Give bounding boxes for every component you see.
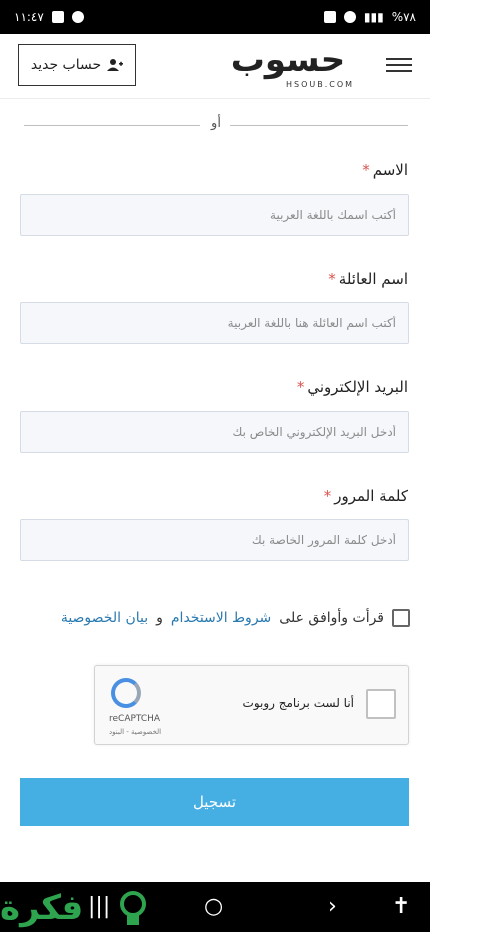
required-mark: * [362, 161, 370, 179]
required-mark: * [323, 487, 332, 505]
password-label-text: كلمة المرور [334, 487, 408, 505]
terms-of-use-link[interactable]: شروط الاستخدام [171, 610, 271, 626]
password-label: كلمة المرور* [324, 487, 408, 505]
accessibility-icon[interactable]: ✝ [392, 894, 410, 919]
recaptcha-checkbox[interactable] [366, 689, 396, 719]
email-input[interactable] [20, 411, 409, 453]
terms-checkbox[interactable] [392, 609, 410, 627]
register-button-label: تسجيل [192, 793, 237, 811]
alarm-icon [323, 11, 336, 23]
logo-main-text: حسوب [230, 40, 346, 80]
required-mark: * [328, 270, 336, 288]
site-header: حساب جديد حسوب HSOUB.COM [0, 34, 430, 99]
lightbulb-icon [120, 891, 146, 925]
terms-prefix: قرأت وأوافق على [279, 610, 384, 626]
recaptcha-widget: أنا لست برنامج روبوت reCAPTCHA الخصوصية … [94, 665, 409, 745]
email-label: البريد الإلكتروني* [297, 378, 408, 396]
last-name-label-text: اسم العائلة [338, 270, 408, 288]
first-name-input[interactable] [20, 194, 409, 236]
status-left: ١١:٤٧ [14, 10, 84, 24]
facebook-icon [71, 11, 84, 23]
required-mark: * [296, 378, 305, 396]
password-input[interactable] [20, 519, 409, 561]
signal-icon: ▮▮▮ [363, 10, 384, 24]
add-user-icon [107, 59, 124, 71]
status-right: ▮▮▮ %٧٨ [323, 10, 416, 24]
logo-sub-text: HSOUB.COM [286, 80, 355, 89]
home-icon[interactable]: ○ [204, 894, 223, 919]
new-account-button[interactable]: حساب جديد [18, 44, 136, 86]
divider-line-left [24, 125, 200, 126]
or-divider: أو [24, 116, 408, 134]
email-label-text: البريد الإلكتروني [307, 378, 408, 396]
hamburger-menu-icon[interactable] [386, 54, 412, 76]
recaptcha-links[interactable]: الخصوصية - البنود [109, 728, 161, 736]
or-text: أو [211, 116, 221, 131]
terms-row: قرأت وأوافق على شروط الاستخدام و بيان ال… [0, 603, 410, 633]
last-name-label: اسم العائلة* [328, 270, 408, 288]
time-text: ١١:٤٧ [14, 10, 44, 24]
first-name-label-text: الاسم [372, 161, 408, 179]
register-button[interactable]: تسجيل [20, 778, 409, 826]
battery-text: %٧٨ [391, 10, 416, 24]
wifi-icon [343, 11, 356, 23]
back-icon[interactable]: › [328, 894, 337, 919]
recaptcha-brand: reCAPTCHA [109, 714, 161, 724]
recaptcha-label: أنا لست برنامج روبوت [242, 696, 354, 710]
recaptcha-logo-icon [111, 678, 141, 708]
privacy-statement-link[interactable]: بيان الخصوصية [61, 610, 148, 626]
first-name-label: الاسم* [362, 161, 408, 179]
hsoub-logo[interactable]: حسوب HSOUB.COM [214, 40, 362, 92]
terms-and: و [156, 610, 163, 626]
status-bar: ١١:٤٧ ▮▮▮ %٧٨ [0, 0, 430, 34]
gallery-icon [51, 11, 64, 23]
new-account-label: حساب جديد [30, 57, 102, 73]
phone-screen: ١١:٤٧ ▮▮▮ %٧٨ حساب جديد حسوب HSOUB.COM أ… [0, 0, 430, 945]
last-name-input[interactable] [20, 302, 409, 344]
divider-line-right [230, 125, 408, 126]
